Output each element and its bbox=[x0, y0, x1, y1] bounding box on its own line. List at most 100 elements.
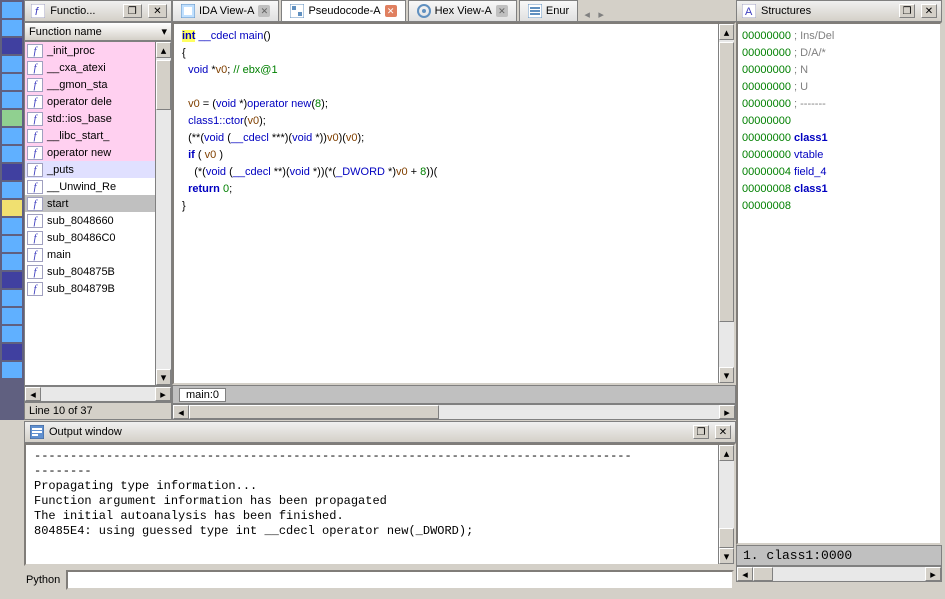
structures-title: Structures bbox=[761, 5, 811, 17]
scroll-up-button[interactable]: ▴ bbox=[719, 24, 734, 40]
function-row[interactable]: f__libc_start_ bbox=[25, 127, 171, 144]
function-name: main bbox=[47, 249, 71, 261]
scroll-thumb[interactable] bbox=[189, 405, 439, 419]
close-icon[interactable]: ✕ bbox=[258, 5, 270, 17]
function-row[interactable]: fstart bbox=[25, 195, 171, 212]
tab-hex-view-a[interactable]: Hex View-A✕ bbox=[408, 0, 517, 21]
output-line: The initial autoanalysis has been finish… bbox=[34, 509, 726, 524]
function-name: __libc_start_ bbox=[47, 130, 109, 142]
scroll-thumb[interactable] bbox=[156, 60, 171, 110]
restore-button[interactable]: ❐ bbox=[693, 425, 709, 439]
struct-line[interactable]: 00000000 ; U bbox=[742, 79, 936, 96]
svg-text:A: A bbox=[745, 6, 753, 18]
code-vscroll[interactable]: ▴ ▾ bbox=[718, 24, 734, 383]
function-row[interactable]: f sub_804875B bbox=[25, 263, 171, 280]
scroll-right-button[interactable]: ▸ bbox=[719, 405, 735, 419]
function-name: _init_proc bbox=[47, 45, 95, 57]
structures-panel: A Structures ❐ ✕ 00000000 ; Ins/Del00000… bbox=[736, 0, 942, 582]
function-row[interactable]: fmain bbox=[25, 246, 171, 263]
scroll-up-button[interactable]: ▴ bbox=[719, 445, 734, 461]
tab-pseudocode-a[interactable]: Pseudocode-A✕ bbox=[281, 0, 405, 21]
scroll-thumb[interactable] bbox=[753, 567, 773, 581]
output-titlebar[interactable]: Output window ❐ ✕ bbox=[24, 421, 736, 443]
function-icon: f bbox=[27, 78, 43, 92]
function-row[interactable]: f__Unwind_Re bbox=[25, 178, 171, 195]
scroll-right-button[interactable]: ▸ bbox=[925, 567, 941, 581]
function-row[interactable]: f__cxa_atexi bbox=[25, 59, 171, 76]
close-button[interactable]: ✕ bbox=[715, 425, 731, 439]
chevron-down-icon: ▾ bbox=[161, 25, 167, 38]
structures-titlebar[interactable]: A Structures ❐ ✕ bbox=[736, 0, 942, 22]
functions-titlebar[interactable]: f Functio... ❐ ✕ bbox=[24, 0, 172, 22]
tab-nav-left[interactable]: ◂ bbox=[580, 8, 594, 21]
struct-line[interactable]: 00000008 class1 bbox=[742, 181, 936, 198]
tab-nav-right[interactable]: ▸ bbox=[594, 8, 608, 21]
function-row[interactable]: fsub_80486C0 bbox=[25, 229, 171, 246]
functions-list[interactable]: f_init_procf__cxa_atexif__gmon_stafopera… bbox=[24, 41, 172, 386]
function-icon: f bbox=[27, 180, 43, 194]
function-icon: f bbox=[27, 282, 43, 296]
tab-ida-view-a[interactable]: IDA View-A✕ bbox=[172, 0, 279, 21]
scroll-thumb[interactable] bbox=[719, 42, 734, 322]
struct-line[interactable]: 00000000 bbox=[742, 113, 936, 130]
struct-line[interactable]: 00000000 ; D/A/* bbox=[742, 45, 936, 62]
struct-line[interactable]: 00000004 field_4 bbox=[742, 164, 936, 181]
code-panel: IDA View-A✕Pseudocode-A✕Hex View-A✕Enur◂… bbox=[172, 0, 736, 420]
tab-icon bbox=[290, 4, 304, 18]
struct-line[interactable]: 00000000 ; ------- bbox=[742, 96, 936, 113]
function-name: sub_8048660 bbox=[47, 215, 114, 227]
function-row[interactable]: f _init_proc bbox=[25, 42, 171, 59]
function-icon: f bbox=[27, 44, 43, 58]
function-icon: f bbox=[27, 265, 43, 279]
scroll-left-button[interactable]: ◂ bbox=[25, 387, 41, 401]
navigation-strip[interactable] bbox=[0, 0, 24, 420]
function-name: operator new bbox=[47, 147, 111, 159]
struct-line[interactable]: 00000000 ; N bbox=[742, 62, 936, 79]
scroll-up-button[interactable]: ▴ bbox=[156, 42, 171, 58]
function-row[interactable]: foperator dele bbox=[25, 93, 171, 110]
structures-view[interactable]: 00000000 ; Ins/Del00000000 ; D/A/*000000… bbox=[736, 22, 942, 545]
tabs-bar: IDA View-A✕Pseudocode-A✕Hex View-A✕Enur◂… bbox=[172, 0, 736, 22]
code-hscroll[interactable]: ◂ ▸ bbox=[172, 404, 736, 420]
scroll-down-button[interactable]: ▾ bbox=[719, 367, 734, 383]
struct-line[interactable]: 00000000 vtable bbox=[742, 147, 936, 164]
functions-hscroll[interactable]: ◂ ▸ bbox=[24, 386, 172, 402]
close-button[interactable]: ✕ bbox=[148, 4, 167, 18]
function-row[interactable]: fstd::ios_base bbox=[25, 110, 171, 127]
struct-line[interactable]: 00000000 class1 bbox=[742, 130, 936, 147]
struct-line[interactable]: 00000008 bbox=[742, 198, 936, 215]
function-row[interactable]: fsub_8048660 bbox=[25, 212, 171, 229]
function-name: sub_804875B bbox=[47, 266, 115, 278]
output-text[interactable]: ----------------------------------------… bbox=[24, 443, 736, 566]
scroll-left-button[interactable]: ◂ bbox=[173, 405, 189, 419]
restore-button[interactable]: ❐ bbox=[123, 4, 142, 18]
close-icon[interactable]: ✕ bbox=[385, 5, 397, 17]
function-row[interactable]: fsub_804879B bbox=[25, 280, 171, 297]
function-row[interactable]: foperator new bbox=[25, 144, 171, 161]
function-icon: f bbox=[27, 112, 43, 126]
scroll-down-button[interactable]: ▾ bbox=[719, 548, 734, 564]
struct-line[interactable]: 00000000 ; Ins/Del bbox=[742, 28, 936, 45]
function-name: __gmon_sta bbox=[47, 79, 108, 91]
output-line: 80485E4: using guessed type int __cdecl … bbox=[34, 524, 726, 539]
function-row[interactable]: f __gmon_sta bbox=[25, 76, 171, 93]
scroll-thumb[interactable] bbox=[719, 528, 734, 548]
pseudocode-view[interactable]: int __cdecl main() { void *v0; // ebx@1 … bbox=[172, 22, 736, 385]
output-vscroll[interactable]: ▴ ▾ bbox=[718, 445, 734, 564]
functions-vscroll[interactable]: ▴ ▾ bbox=[155, 42, 171, 385]
scroll-right-button[interactable]: ▸ bbox=[155, 387, 171, 401]
close-button[interactable]: ✕ bbox=[921, 4, 937, 18]
restore-button[interactable]: ❐ bbox=[899, 4, 915, 18]
functions-title: Functio... bbox=[50, 5, 95, 17]
tab-enur[interactable]: Enur bbox=[519, 0, 578, 21]
close-icon[interactable]: ✕ bbox=[496, 5, 508, 17]
scroll-down-button[interactable]: ▾ bbox=[156, 369, 171, 385]
structures-hscroll[interactable]: ◂ ▸ bbox=[736, 566, 942, 582]
function-row[interactable]: f_puts bbox=[25, 161, 171, 178]
output-panel: Output window ❐ ✕ ----------------------… bbox=[24, 421, 736, 566]
scroll-left-button[interactable]: ◂ bbox=[737, 567, 753, 581]
function-icon: f bbox=[27, 248, 43, 262]
functions-column-header[interactable]: Function name ▾ bbox=[24, 22, 172, 41]
function-name: operator dele bbox=[47, 96, 112, 108]
python-input[interactable] bbox=[66, 570, 734, 590]
